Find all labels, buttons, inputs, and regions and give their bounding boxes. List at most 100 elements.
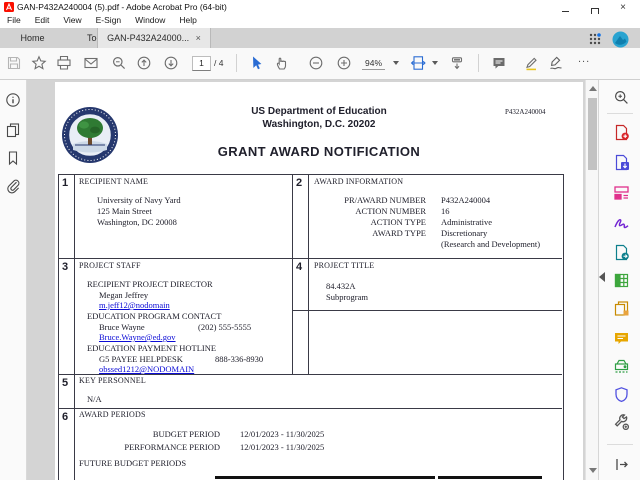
- collapse-panel-button[interactable]: [613, 456, 630, 473]
- search-icon[interactable]: [111, 55, 127, 71]
- recipient-city: Washington, DC 20008: [97, 217, 177, 227]
- award-info-label: AWARD TYPE: [372, 228, 426, 238]
- box5-header: KEY PERSONNEL: [79, 376, 146, 385]
- bookmarks-button[interactable]: [5, 150, 21, 166]
- comment-button[interactable]: [491, 55, 507, 71]
- zoom-out-button[interactable]: [308, 55, 324, 71]
- document-viewport[interactable]: US Department of Education Washington, D…: [27, 80, 585, 480]
- staff-phone: 888-336-8930: [215, 353, 264, 364]
- fit-dropdown-caret-icon[interactable]: [432, 61, 438, 65]
- award-info-value: 16: [441, 206, 450, 216]
- staff-section-title: EDUCATION PAYMENT HOTLINE: [87, 343, 217, 353]
- toolbar-divider: [236, 54, 237, 72]
- page-thumbnails-button[interactable]: [5, 122, 21, 138]
- protect-button[interactable]: [613, 386, 630, 403]
- grid-line: [58, 408, 562, 409]
- combine-files-button[interactable]: [613, 300, 630, 317]
- request-signatures-button[interactable]: [613, 244, 630, 261]
- comment-tool-button[interactable]: [613, 330, 630, 347]
- grid-line: [74, 174, 75, 480]
- staff-section-title: EDUCATION PROGRAM CONTACT: [87, 311, 222, 321]
- doc-title: GRANT AWARD NOTIFICATION: [217, 144, 421, 159]
- menu-item-esign[interactable]: E-Sign: [89, 14, 129, 26]
- email-button[interactable]: [83, 55, 99, 71]
- main-toolbar: 1 / 4 94% ...: [0, 48, 640, 80]
- restore-button[interactable]: [585, 3, 605, 16]
- fill-sign-button[interactable]: [613, 214, 630, 231]
- fit-width-button[interactable]: [410, 55, 426, 71]
- star-button[interactable]: [31, 55, 47, 71]
- panel-expand-arrow[interactable]: [599, 272, 605, 282]
- award-info-label: ACTION TYPE: [370, 217, 426, 227]
- sign-button[interactable]: [548, 55, 564, 71]
- save-button[interactable]: [6, 55, 22, 71]
- hand-tool-button[interactable]: [275, 55, 291, 71]
- award-period-value: 12/01/2023 - 11/30/2025: [240, 429, 325, 439]
- edit-pdf-button[interactable]: [613, 184, 630, 201]
- box6-header: AWARD PERIODS: [79, 410, 146, 419]
- box4-number: 4: [296, 261, 303, 273]
- apps-grid-icon[interactable]: [589, 33, 601, 45]
- pdf-page: US Department of Education Washington, D…: [55, 82, 583, 480]
- zoom-in-button[interactable]: [336, 55, 352, 71]
- more-tools-panel-button[interactable]: [613, 414, 630, 431]
- award-info-label: ACTION NUMBER: [355, 206, 426, 216]
- page-number-input[interactable]: 1: [192, 56, 211, 71]
- document-info-button[interactable]: [5, 92, 21, 108]
- search-tools-button[interactable]: [613, 89, 630, 106]
- zoom-dropdown-caret-icon[interactable]: [393, 61, 399, 65]
- staff-name: G5 PAYEE HELPDESK: [99, 353, 183, 364]
- tab-close-icon[interactable]: ×: [196, 33, 201, 43]
- close-button[interactable]: ×: [613, 3, 633, 13]
- minimize-button[interactable]: [555, 3, 575, 13]
- table-heavy-rule: [215, 476, 435, 479]
- user-avatar[interactable]: [612, 31, 629, 48]
- table-heavy-rule: [438, 476, 542, 479]
- future-budget-periods-header: FUTURE BUDGET PERIODS: [79, 458, 187, 468]
- box6-number: 6: [62, 411, 69, 423]
- tab-document[interactable]: GAN-P432A24000... ×: [97, 28, 211, 48]
- toolbar-divider: [478, 54, 479, 72]
- scroll-down-button[interactable]: [589, 468, 597, 473]
- staff-email-link[interactable]: obssed1212@NODOMAIN: [99, 364, 194, 374]
- tab-home[interactable]: Home: [5, 28, 60, 48]
- award-period-label: BUDGET PERIOD: [152, 429, 220, 439]
- page-count-label: / 4: [214, 58, 224, 68]
- staff-email-link[interactable]: m.jeff12@nodomain: [99, 300, 170, 310]
- select-tool-button[interactable]: [248, 55, 264, 71]
- zoom-level-value[interactable]: 94%: [362, 58, 386, 70]
- menu-item-file[interactable]: File: [0, 14, 28, 26]
- grid-line: [292, 310, 562, 311]
- box5-number: 5: [62, 377, 69, 389]
- next-page-button[interactable]: [163, 55, 179, 71]
- box2-header: AWARD INFORMATION: [314, 177, 404, 186]
- staff-phone: (202) 555-5555: [198, 321, 252, 332]
- grid-line: [58, 258, 562, 259]
- highlight-button[interactable]: [523, 55, 539, 71]
- menu-item-help[interactable]: Help: [172, 14, 203, 26]
- award-info-label: PR/AWARD NUMBER: [344, 195, 426, 205]
- grid-line: [58, 374, 562, 375]
- menu-bar: File Edit View E-Sign Window Help: [0, 14, 640, 29]
- box4-header: PROJECT TITLE: [314, 261, 375, 270]
- box1-number: 1: [62, 177, 69, 189]
- menu-item-window[interactable]: Window: [128, 14, 172, 26]
- attachments-button[interactable]: [5, 178, 21, 194]
- scan-ocr-button[interactable]: [613, 358, 630, 375]
- menu-item-edit[interactable]: Edit: [28, 14, 57, 26]
- menu-item-view[interactable]: View: [56, 14, 88, 26]
- award-period-label: PERFORMANCE PERIOD: [124, 442, 220, 452]
- doc-org-name: US Department of Education: [251, 106, 387, 117]
- scroll-mode-button[interactable]: [449, 55, 465, 71]
- staff-email-link[interactable]: Bruce.Wayne@ed.gov: [99, 332, 176, 342]
- previous-page-button[interactable]: [136, 55, 152, 71]
- vertical-scrollbar[interactable]: [585, 80, 599, 480]
- export-pdf-button[interactable]: [613, 154, 630, 171]
- scroll-up-button[interactable]: [589, 86, 597, 91]
- project-title-subprogram: Subprogram: [326, 292, 369, 302]
- create-pdf-button[interactable]: [613, 124, 630, 141]
- export-excel-button[interactable]: [613, 272, 630, 289]
- print-button[interactable]: [56, 55, 72, 71]
- scrollbar-thumb[interactable]: [588, 98, 597, 170]
- more-tools-button[interactable]: ...: [578, 53, 590, 65]
